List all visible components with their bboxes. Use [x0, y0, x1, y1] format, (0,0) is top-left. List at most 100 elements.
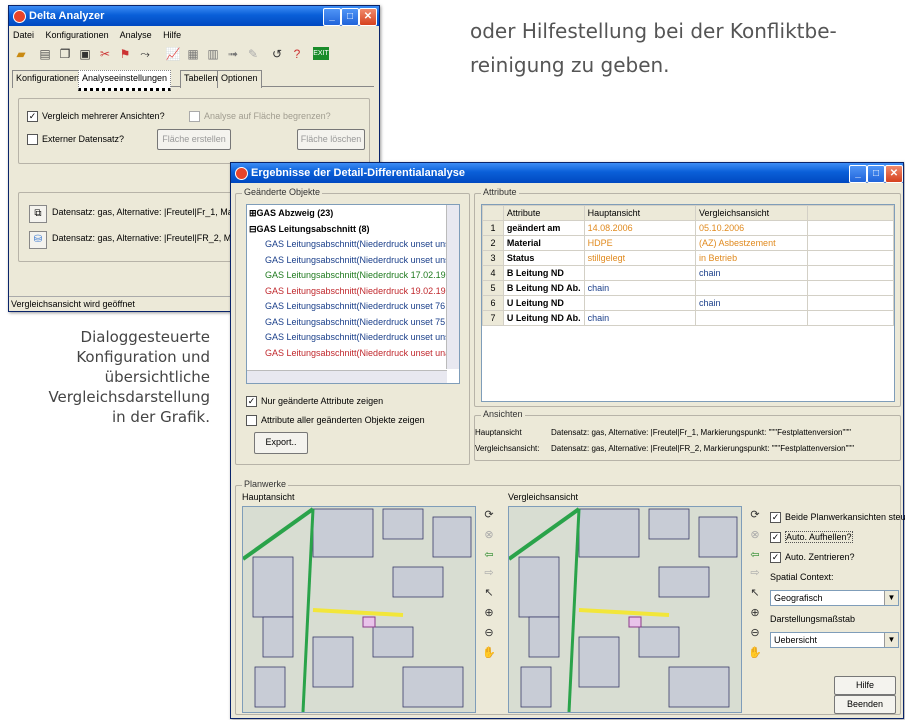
check-auto-highlight[interactable]: ✓ Auto. Aufhellen?: [770, 531, 853, 544]
tree-expand-icon[interactable]: ⊞: [249, 208, 257, 218]
tree-item[interactable]: ⊞GAS Abzweig (23): [249, 207, 333, 219]
checkbox-limit-area[interactable]: [189, 111, 200, 123]
scale-select[interactable]: Uebersicht ▼: [770, 632, 899, 648]
table-row[interactable]: 5B Leitung ND Ab. chain: [482, 280, 895, 296]
cmp-pointer-icon[interactable]: ↖: [748, 586, 762, 600]
check-all-attrs[interactable]: Attribute aller geänderten Objekte zeige…: [246, 415, 425, 427]
table-row[interactable]: 1 geändert am 14.08.2006 05.10.2006: [482, 220, 895, 236]
cmp-zoom-out-icon[interactable]: ⊖: [748, 626, 762, 640]
results-close-button[interactable]: ✕: [885, 165, 903, 183]
map-zoom-in-icon[interactable]: ⊕: [482, 606, 496, 620]
map-pan-icon[interactable]: ✋: [482, 646, 496, 660]
tree-item[interactable]: GAS Leitungsabschnitt(Niederdruck unset …: [265, 238, 450, 250]
chevron-down-icon[interactable]: ▼: [884, 591, 898, 605]
row-compare-value: chain: [695, 265, 808, 281]
tab-konfigurationen[interactable]: Konfigurationen: [12, 70, 84, 88]
tree-item[interactable]: GAS Leitungsabschnitt(Niederdruck 19.02.…: [265, 285, 451, 297]
results-minimize-button[interactable]: _: [849, 165, 867, 183]
menu-konfigurationen[interactable]: Konfigurationen: [46, 30, 109, 40]
tree-item[interactable]: GAS Leitungsabschnitt(Niederdruck unset …: [265, 331, 450, 343]
help-icon[interactable]: ?: [289, 46, 305, 62]
filter-icon[interactable]: ⚑: [117, 46, 133, 62]
table-row[interactable]: 4B Leitung ND chain: [482, 265, 895, 281]
main-map[interactable]: [242, 506, 476, 713]
map-pointer-icon[interactable]: ↖: [482, 586, 496, 600]
tab-optionen[interactable]: Optionen: [217, 70, 262, 88]
tree-item[interactable]: GAS Leitungsabschnitt(Niederdruck unset …: [265, 316, 450, 328]
dataset1-icon[interactable]: ⧉: [29, 205, 47, 223]
check-limit-area[interactable]: Analyse auf Fläche begrenzen?: [189, 111, 331, 123]
map-sync-icon[interactable]: ⟳: [482, 508, 496, 522]
changed-objects-tree[interactable]: ⊞GAS Abzweig (23) ⊟GAS Leitungsabschnitt …: [246, 204, 460, 384]
tree-item[interactable]: GAS Leitungsabschnitt(Niederdruck unset …: [265, 347, 450, 359]
open-folder-icon[interactable]: ▰: [13, 46, 29, 62]
minimize-button[interactable]: _: [323, 8, 341, 26]
tree-item[interactable]: GAS Leitungsabschnitt(Niederdruck unset …: [265, 254, 450, 266]
delete-icon[interactable]: ✂: [97, 46, 113, 62]
tree-item[interactable]: GAS Leitungsabschnitt(Niederdruck 17.02.…: [265, 269, 451, 281]
tree-vscrollbar[interactable]: [446, 205, 459, 369]
check-external-dataset[interactable]: Externer Datensatz?: [27, 134, 124, 146]
compare-map[interactable]: [508, 506, 742, 713]
map-forward-icon[interactable]: ⇨: [482, 566, 496, 580]
tab-tabellen[interactable]: Tabellen: [180, 70, 222, 88]
tree-item[interactable]: ⊟GAS Leitungsabschnitt (8): [249, 223, 370, 235]
maximize-button[interactable]: □: [341, 8, 359, 26]
chart-icon[interactable]: 📈: [165, 46, 181, 62]
copy-icon[interactable]: ❐: [57, 46, 73, 62]
tree-hscrollbar[interactable]: [247, 370, 447, 383]
checkbox-all-attrs[interactable]: [246, 415, 257, 427]
menu-hilfe[interactable]: Hilfe: [163, 30, 181, 40]
close-app-button[interactable]: Beenden: [834, 695, 896, 714]
table-row[interactable]: 2 Material HDPE (AZ) Asbestzement: [482, 235, 895, 251]
checkbox-external[interactable]: [27, 134, 38, 146]
tree-expand-icon[interactable]: ⊟: [249, 224, 257, 234]
cmp-pan-icon[interactable]: ✋: [748, 646, 762, 660]
paste-icon[interactable]: ▣: [77, 46, 93, 62]
exit-icon[interactable]: EXIT: [313, 47, 329, 60]
close-button[interactable]: ✕: [359, 8, 377, 26]
export-button[interactable]: Export..: [254, 432, 308, 454]
refresh-icon[interactable]: ↺: [269, 46, 285, 62]
doc-icon[interactable]: ▥: [205, 46, 221, 62]
checkbox-multi-views[interactable]: ✓: [27, 111, 38, 123]
results-maximize-button[interactable]: □: [867, 165, 885, 183]
check-only-changed[interactable]: ✓ Nur geänderte Attribute zeigen: [246, 396, 383, 408]
checkbox-auto-center[interactable]: ✓: [770, 552, 781, 564]
header-attribute[interactable]: Attribute: [502, 205, 585, 221]
grid-icon[interactable]: ▦: [185, 46, 201, 62]
spatial-context-select[interactable]: Geografisch ▼: [770, 590, 899, 606]
header-compare-view[interactable]: Vergleichsansicht: [695, 205, 808, 221]
edit-icon[interactable]: ✎: [245, 46, 261, 62]
checkbox-only-changed[interactable]: ✓: [246, 396, 257, 408]
check-both-maps[interactable]: ✓ Beide Planwerkansichten steuern: [770, 512, 905, 524]
cmp-back-icon[interactable]: ⇦: [748, 548, 762, 562]
table-row[interactable]: 3 Status stillgelegt in Betrieb: [482, 250, 895, 266]
menu-analyse[interactable]: Analyse: [120, 30, 152, 40]
create-area-button[interactable]: Fläche erstellen: [157, 129, 231, 150]
header-main-view[interactable]: Hauptansicht: [583, 205, 697, 221]
delete-area-button[interactable]: Fläche löschen: [297, 129, 365, 150]
menu-datei[interactable]: Datei: [13, 30, 34, 40]
tab-analyseeinstellungen[interactable]: Analyseeinstellungen: [78, 70, 172, 91]
help-button[interactable]: Hilfe: [834, 676, 896, 695]
cmp-stop-icon[interactable]: ⊗: [748, 528, 762, 542]
run-icon[interactable]: ⤳: [137, 46, 153, 62]
dataset2-icon[interactable]: ⛁: [29, 231, 47, 249]
cmp-sync-icon[interactable]: ⟳: [748, 508, 762, 522]
cmp-forward-icon[interactable]: ⇨: [748, 566, 762, 580]
tree-item[interactable]: GAS Leitungsabschnitt(Niederdruck unset …: [265, 300, 450, 312]
table-row[interactable]: 6U Leitung ND chain: [482, 295, 895, 311]
map-back-icon[interactable]: ⇦: [482, 548, 496, 562]
check-multi-views[interactable]: ✓ Vergleich mehrerer Ansichten?: [27, 111, 165, 123]
config-icon[interactable]: ▤: [37, 46, 53, 62]
checkbox-auto-highlight[interactable]: ✓: [770, 532, 781, 544]
check-auto-center[interactable]: ✓ Auto. Zentrieren?: [770, 552, 855, 564]
map-stop-icon[interactable]: ⊗: [482, 528, 496, 542]
table-row[interactable]: 7U Leitung ND Ab. chain: [482, 310, 895, 326]
move-icon[interactable]: ➟: [225, 46, 241, 62]
chevron-down-icon[interactable]: ▼: [884, 633, 898, 647]
cmp-zoom-in-icon[interactable]: ⊕: [748, 606, 762, 620]
checkbox-both-maps[interactable]: ✓: [770, 512, 781, 524]
map-zoom-out-icon[interactable]: ⊖: [482, 626, 496, 640]
